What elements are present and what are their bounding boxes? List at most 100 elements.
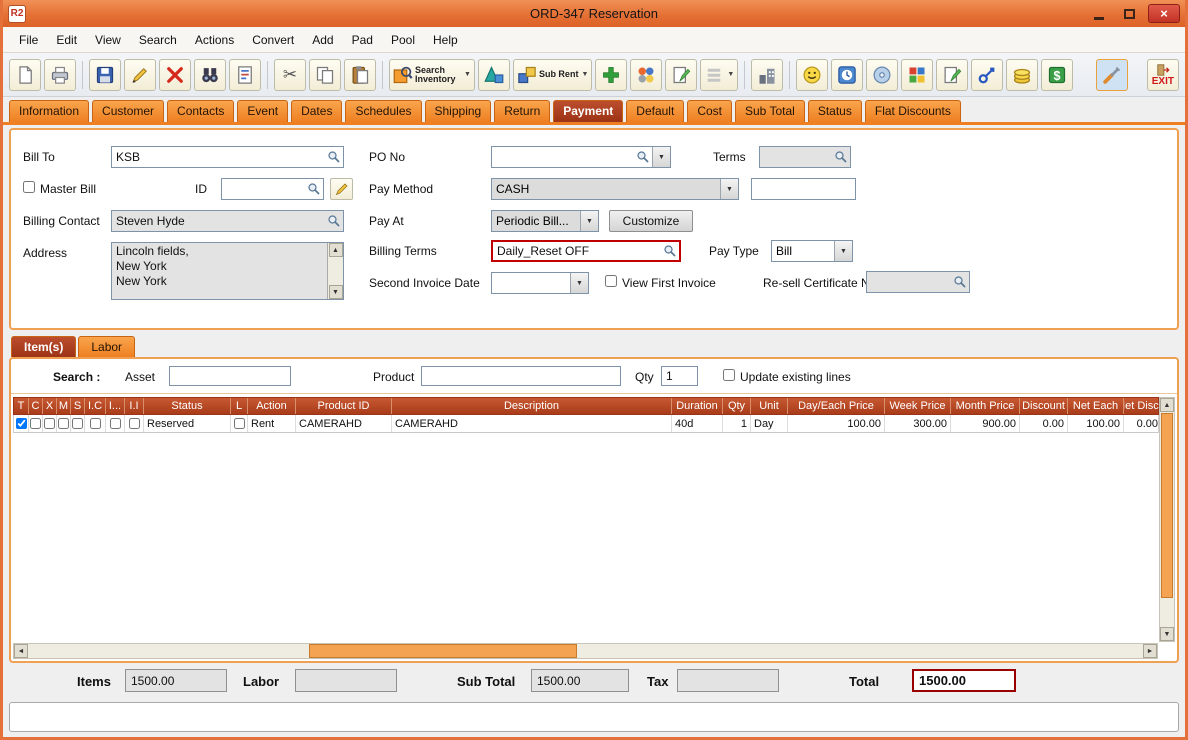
- tab-information[interactable]: Information: [9, 100, 89, 122]
- row-ii-checkbox[interactable]: [129, 418, 140, 429]
- menu-pool[interactable]: Pool: [383, 30, 423, 50]
- tab-cost[interactable]: Cost: [687, 100, 732, 122]
- pay-type-combo[interactable]: ▼: [771, 240, 853, 262]
- pay-method-combo[interactable]: ▼: [491, 178, 739, 200]
- menu-view[interactable]: View: [87, 30, 129, 50]
- col-header-duration[interactable]: Duration: [672, 398, 723, 414]
- menu-file[interactable]: File: [11, 30, 46, 50]
- notes-button[interactable]: [936, 59, 968, 91]
- row-s-checkbox[interactable]: [72, 418, 83, 429]
- col-header-net-each[interactable]: Net Each: [1068, 398, 1124, 414]
- row-x-checkbox[interactable]: [44, 418, 55, 429]
- search-icon[interactable]: [325, 212, 343, 230]
- close-button[interactable]: ×: [1148, 4, 1180, 23]
- find-button[interactable]: [194, 59, 226, 91]
- menu-pad[interactable]: Pad: [344, 30, 381, 50]
- list-options-button[interactable]: ▼: [700, 59, 738, 91]
- col-header-l[interactable]: L: [231, 398, 248, 414]
- second-invoice-date-input[interactable]: [492, 273, 570, 293]
- maximize-button[interactable]: [1118, 5, 1140, 22]
- exit-button[interactable]: EXIT: [1147, 59, 1179, 91]
- tab-contacts[interactable]: Contacts: [167, 100, 234, 122]
- scroll-right-icon[interactable]: ►: [1143, 644, 1157, 658]
- tab-shipping[interactable]: Shipping: [425, 100, 492, 122]
- col-header-m[interactable]: M: [57, 398, 71, 414]
- view-first-invoice-checkbox[interactable]: [605, 275, 617, 287]
- horizontal-scroll-thumb[interactable]: [309, 644, 577, 658]
- vertical-scrollbar[interactable]: ▲ ▼: [1159, 397, 1175, 642]
- id-edit-button[interactable]: [330, 178, 353, 200]
- chevron-down-icon[interactable]: ▼: [570, 273, 588, 293]
- search-inventory-button[interactable]: Search Inventory ▼: [389, 59, 475, 91]
- col-header-week-price[interactable]: Week Price: [885, 398, 951, 414]
- minimize-button[interactable]: [1088, 5, 1110, 22]
- menu-add[interactable]: Add: [304, 30, 341, 50]
- row-c-checkbox[interactable]: [30, 418, 41, 429]
- product-field[interactable]: [421, 366, 621, 386]
- print-button[interactable]: [44, 59, 76, 91]
- pay-type-value[interactable]: [772, 241, 834, 261]
- configure-button[interactable]: [1096, 59, 1128, 91]
- col-header-net-disc[interactable]: Net Disc...: [1124, 398, 1162, 414]
- modules-button[interactable]: [901, 59, 933, 91]
- col-header-status[interactable]: Status: [144, 398, 231, 414]
- address-field[interactable]: Lincoln fields, New York New York ▲ ▼: [111, 242, 344, 300]
- tab-sub-total[interactable]: Sub Total: [735, 100, 805, 122]
- chevron-down-icon[interactable]: ▼: [580, 71, 588, 78]
- col-header-t[interactable]: T: [14, 398, 29, 414]
- tab-return[interactable]: Return: [494, 100, 550, 122]
- horizontal-scrollbar[interactable]: ◄ ►: [13, 643, 1158, 659]
- chevron-down-icon[interactable]: ▼: [720, 179, 738, 199]
- id-field[interactable]: [221, 178, 324, 200]
- sub-rent-button[interactable]: Sub Rent ▼: [513, 59, 592, 91]
- row-ic-checkbox[interactable]: [90, 418, 101, 429]
- menu-search[interactable]: Search: [131, 30, 185, 50]
- tab-payment[interactable]: Payment: [553, 100, 623, 122]
- tab-labor[interactable]: Labor: [78, 336, 135, 357]
- payment-amount-input[interactable]: [752, 179, 855, 199]
- payment-amount-field[interactable]: [751, 178, 856, 200]
- tab-default[interactable]: Default: [626, 100, 684, 122]
- col-header-x[interactable]: X: [43, 398, 57, 414]
- menu-help[interactable]: Help: [425, 30, 466, 50]
- asset-input[interactable]: [170, 367, 290, 385]
- chevron-down-icon[interactable]: ▼: [834, 241, 852, 261]
- site-print-button[interactable]: [751, 59, 783, 91]
- search-icon[interactable]: [305, 180, 323, 198]
- update-existing-lines-checkbox[interactable]: [723, 369, 735, 381]
- menu-edit[interactable]: Edit: [48, 30, 85, 50]
- second-invoice-date-combo[interactable]: ▼: [491, 272, 589, 294]
- groups-button[interactable]: [630, 59, 662, 91]
- address-scrollbar[interactable]: ▲ ▼: [327, 243, 343, 299]
- po-no-field[interactable]: ▼: [491, 146, 671, 168]
- copy-button[interactable]: [309, 59, 341, 91]
- scroll-down-icon[interactable]: ▼: [329, 285, 343, 299]
- col-header-qty[interactable]: Qty: [723, 398, 751, 414]
- new-document-button[interactable]: [9, 59, 41, 91]
- col-header-product-id[interactable]: Product ID: [296, 398, 392, 414]
- col-header-discount[interactable]: Discount: [1020, 398, 1068, 414]
- pay-method-value[interactable]: [492, 179, 720, 199]
- bill-to-input[interactable]: [112, 147, 325, 167]
- billing-terms-field[interactable]: [491, 240, 681, 262]
- col-header-action[interactable]: Action: [248, 398, 296, 414]
- bill-to-field[interactable]: [111, 146, 344, 168]
- save-button[interactable]: [89, 59, 121, 91]
- table-row[interactable]: Reserved Rent CAMERAHD CAMERAHD 40d 1 Da…: [13, 415, 1159, 433]
- row-t-checkbox[interactable]: [16, 418, 27, 429]
- chevron-down-icon[interactable]: ▼: [463, 71, 471, 78]
- col-header-ii[interactable]: I.I: [125, 398, 144, 414]
- shapes-button[interactable]: [478, 59, 510, 91]
- customize-button[interactable]: Customize: [609, 210, 693, 232]
- qty-input[interactable]: [662, 367, 697, 385]
- row-m-checkbox[interactable]: [58, 418, 69, 429]
- col-header-description[interactable]: Description: [392, 398, 672, 414]
- scroll-left-icon[interactable]: ◄: [14, 644, 28, 658]
- col-header-ic[interactable]: I.C: [85, 398, 106, 414]
- vertical-scroll-thumb[interactable]: [1161, 413, 1173, 598]
- link-button[interactable]: [971, 59, 1003, 91]
- search-icon[interactable]: [832, 148, 850, 166]
- col-header-s[interactable]: S: [71, 398, 85, 414]
- tab-dates[interactable]: Dates: [291, 100, 342, 122]
- col-header-c[interactable]: C: [29, 398, 43, 414]
